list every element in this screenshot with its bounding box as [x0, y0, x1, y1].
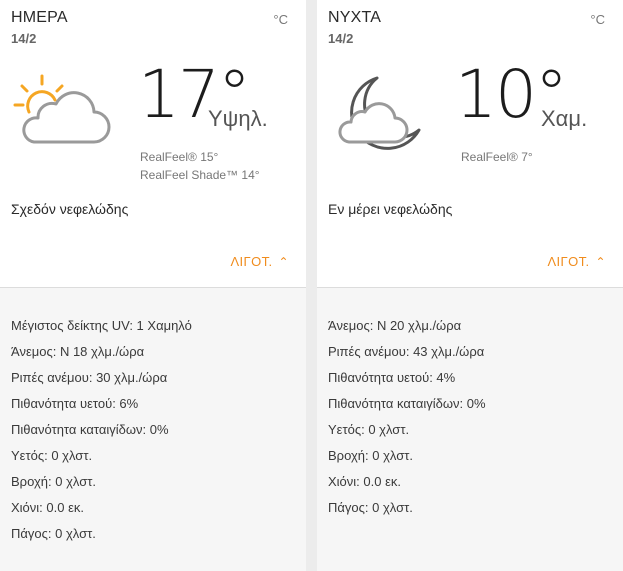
night-realfeel: RealFeel® 7°: [461, 150, 533, 164]
night-date: 14/2: [328, 31, 354, 46]
night-detail-ice: Πάγος: 0 χλστ.: [328, 500, 413, 515]
day-summary: ΗΜΕΡΑ 14/2 °C 17° Υψηλ. RealFeel® 15° Re…: [0, 0, 306, 287]
day-detail-thunder-prob: Πιθανότητα καταιγίδων: 0%: [11, 422, 169, 437]
night-phrase: Εν μέρει νεφελώδης: [328, 201, 453, 217]
day-date: 14/2: [11, 31, 37, 46]
night-detail-thunder-prob: Πιθανότητα καταιγίδων: 0%: [328, 396, 486, 411]
day-detail-ice: Πάγος: 0 χλστ.: [11, 526, 96, 541]
night-detail-wind: Άνεμος: Ν 20 χλμ./ώρα: [328, 318, 462, 333]
day-detail-wind: Άνεμος: Ν 18 χλμ./ώρα: [11, 344, 145, 359]
partly-sunny-icon: [13, 74, 111, 144]
night-detail-rain: Βροχή: 0 χλστ.: [328, 448, 413, 463]
day-detail-uv: Μέγιστος δείκτης UV: 1 Χαμηλό: [11, 318, 192, 333]
partly-cloudy-night-icon: [338, 76, 421, 150]
night-detail-precip-prob: Πιθανότητα υετού: 4%: [328, 370, 456, 385]
day-detail-precip-prob: Πιθανότητα υετού: 6%: [11, 396, 139, 411]
day-details: Μέγιστος δείκτης UV: 1 Χαμηλό Άνεμος: Ν …: [0, 287, 306, 571]
night-detail-gusts: Ριπές ανέμου: 43 χλμ./ώρα: [328, 344, 485, 359]
day-high-label: Υψηλ.: [208, 106, 268, 131]
day-detail-gusts: Ριπές ανέμου: 30 χλμ./ώρα: [11, 370, 168, 385]
night-title: ΝΥΧΤΑ: [328, 9, 382, 26]
day-detail-precip: Υετός: 0 χλστ.: [11, 448, 93, 463]
night-details: Άνεμος: Ν 20 χλμ./ώρα Ριπές ανέμου: 43 χ…: [317, 287, 623, 571]
day-realfeel: RealFeel® 15°: [140, 150, 219, 164]
night-detail-precip: Υετός: 0 χλστ.: [328, 422, 410, 437]
day-detail-rain: Βροχή: 0 χλστ.: [11, 474, 96, 489]
night-details-list: Άνεμος: Ν 20 χλμ./ώρα Ριπές ανέμου: 43 χ…: [328, 317, 486, 525]
day-title: ΗΜΕΡΑ: [11, 9, 68, 26]
chevron-up-icon: ⌃: [595, 255, 606, 269]
night-panel: ΝΥΧΤΑ 14/2 °C 10° Χαμ. RealFeel® 7° Εν μ…: [317, 0, 623, 571]
day-panel: ΗΜΕΡΑ 14/2 °C 17° Υψηλ. RealFeel® 15° Re…: [0, 0, 306, 571]
night-summary: ΝΥΧΤΑ 14/2 °C 10° Χαμ. RealFeel® 7° Εν μ…: [317, 0, 623, 287]
day-less-label: ΛΙΓΟΤ.: [230, 254, 273, 269]
day-details-list: Μέγιστος δείκτης UV: 1 Χαμηλό Άνεμος: Ν …: [11, 317, 192, 551]
day-less-button[interactable]: ΛΙΓΟΤ. ⌃: [230, 254, 289, 269]
night-less-button[interactable]: ΛΙΓΟΤ. ⌃: [547, 254, 606, 269]
day-detail-snow: Χιόνι: 0.0 εκ.: [11, 500, 84, 515]
night-low-label: Χαμ.: [541, 106, 588, 131]
chevron-up-icon: ⌃: [278, 255, 289, 269]
night-unit: °C: [590, 12, 605, 27]
day-unit: °C: [273, 12, 288, 27]
night-less-label: ΛΙΓΟΤ.: [547, 254, 590, 269]
night-detail-snow: Χιόνι: 0.0 εκ.: [328, 474, 401, 489]
day-realfeel-shade: RealFeel Shade™ 14°: [140, 168, 260, 182]
day-phrase: Σχεδόν νεφελώδης: [11, 201, 129, 217]
